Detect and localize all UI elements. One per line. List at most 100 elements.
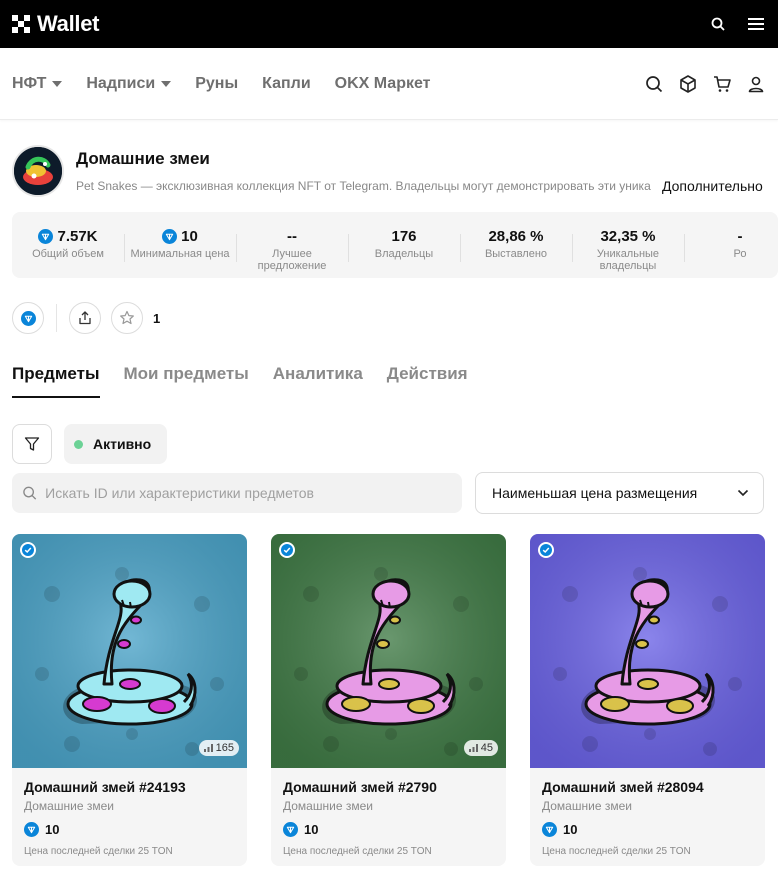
- stat-value: 176: [391, 227, 417, 245]
- nav-item-label: НФТ: [12, 74, 47, 92]
- search-icon[interactable]: [708, 14, 728, 34]
- nft-image[interactable]: [530, 534, 765, 768]
- collection-description: Pet Snakes — эксклюзивная коллекция NFT …: [76, 179, 651, 193]
- stat-value-row: 28,86 %: [460, 226, 572, 246]
- nft-price-value: 10: [45, 822, 60, 837]
- stat-value: --: [287, 227, 297, 245]
- tab-analytics[interactable]: Аналитика: [273, 364, 363, 398]
- caret-down-icon: [161, 80, 172, 87]
- views-badge: 45: [463, 740, 498, 756]
- stat-item: 10 Минимальная цена: [124, 226, 236, 262]
- nav-item-label: Руны: [195, 74, 239, 92]
- stat-value-row: 7.57K: [12, 226, 124, 246]
- nav-item-drops[interactable]: Капли: [262, 75, 311, 93]
- nft-card[interactable]: Домашний змей #28094 Домашние змеи 10 Цена …: [530, 534, 765, 866]
- stat-label: Владельцы: [374, 248, 434, 260]
- nft-image[interactable]: 165: [12, 534, 247, 768]
- search-icon: [23, 486, 37, 500]
- wallet-logo[interactable]: Wallet: [12, 11, 99, 37]
- ton-icon: [24, 822, 39, 837]
- nft-card-body: Домашний змей #28094 Домашние змеи 10 Цена …: [530, 768, 765, 866]
- nft-card-body: Домашний змей #24193 Домашние змеи 10 Цена …: [12, 768, 247, 866]
- nft-title: Домашний змей #24193: [24, 779, 186, 795]
- stat-value-row: --: [236, 226, 348, 246]
- sort-label: Наименьшая цена размещения: [492, 485, 698, 501]
- stat-value-row: 176: [348, 226, 460, 246]
- nft-last-sale: Цена последней сделки 25 TON: [542, 846, 691, 857]
- nft-price: 10: [24, 822, 235, 837]
- verified-icon: [538, 542, 554, 558]
- share-icon: [79, 311, 91, 325]
- more-link[interactable]: Дополнительно: [662, 178, 763, 194]
- stat-label: Лучшее предложение: [257, 248, 327, 272]
- menu-icon[interactable]: [746, 14, 766, 34]
- action-row: 1: [12, 302, 160, 334]
- nav-item-runes[interactable]: Руны: [195, 75, 238, 93]
- nav-item-label: OKX Маркет: [334, 74, 431, 92]
- nft-title: Домашний змей #28094: [542, 779, 704, 795]
- nft-card[interactable]: 165 Домашний змей #24193 Домашние змеи 10 Це…: [12, 534, 247, 866]
- stat-value: 7.57K: [57, 227, 98, 245]
- user-icon[interactable]: [746, 74, 766, 94]
- nav-item-label: Капли: [262, 74, 311, 92]
- share-button[interactable]: [69, 302, 101, 334]
- nft-card[interactable]: 45 Домашний змей #2790 Домашние змеи 10 Цена…: [271, 534, 506, 866]
- stat-label: Ро: [733, 248, 747, 260]
- status-filter-active[interactable]: Активно: [64, 424, 168, 464]
- stat-label: Минимальная цена: [130, 248, 230, 260]
- search-icon[interactable]: [644, 74, 664, 94]
- stat-label: Уникальные владельцы: [596, 248, 660, 272]
- views-count: 45: [480, 742, 493, 754]
- nav-item-nft[interactable]: НФТ: [12, 74, 63, 93]
- status-label: Активно: [93, 436, 152, 452]
- nft-price: 10: [283, 822, 494, 837]
- chevron-down-icon: [737, 489, 749, 497]
- stat-item: 32,35 % Уникальные владельцы: [572, 226, 684, 272]
- status-dot: [74, 439, 83, 449]
- tab-my-items[interactable]: Мои предметы: [124, 364, 249, 398]
- stat-item: 7.57K Общий объем: [12, 226, 124, 261]
- nft-last-sale: Цена последней сделки 25 TON: [24, 846, 173, 857]
- nft-price-value: 10: [304, 822, 319, 837]
- ton-icon: [542, 822, 557, 837]
- nav-item-inscriptions[interactable]: Надписи: [86, 74, 172, 93]
- nav-item-okx-market[interactable]: OKX Маркет: [335, 75, 431, 93]
- caret-down-icon: [52, 80, 63, 87]
- stat-item: 176 Владельцы: [348, 226, 460, 262]
- nft-collection-name: Домашние змеи: [24, 799, 114, 813]
- tab-items[interactable]: Предметы: [12, 364, 100, 398]
- nft-price-value: 10: [563, 822, 578, 837]
- nft-artwork: [12, 534, 247, 768]
- stat-value-row: 32,35 %: [572, 226, 684, 246]
- stat-value-row: -: [684, 226, 778, 246]
- tab-activity[interactable]: Действия: [387, 364, 468, 398]
- top-bar: Wallet: [0, 0, 778, 48]
- ton-icon: [38, 228, 54, 244]
- bars-icon: [468, 744, 478, 752]
- stat-value: 32,35 %: [600, 227, 656, 245]
- nav-item-label: Надписи: [86, 74, 156, 92]
- verified-icon: [279, 542, 295, 558]
- stat-label: Выставлено: [484, 248, 548, 260]
- stat-label: Общий объем: [32, 248, 104, 260]
- cart-icon[interactable]: [712, 74, 732, 94]
- filter-button[interactable]: [12, 424, 52, 464]
- nft-title: Домашний змей #2790: [283, 779, 437, 795]
- favorite-count: 1: [153, 310, 161, 326]
- ton-chain-button[interactable]: [12, 302, 44, 334]
- ton-icon: [283, 822, 298, 837]
- search-bar: [12, 473, 462, 513]
- nft-artwork: [530, 534, 765, 768]
- search-input[interactable]: [45, 485, 452, 501]
- nft-image[interactable]: 45: [271, 534, 506, 768]
- sort-select[interactable]: Наименьшая цена размещения: [475, 472, 764, 514]
- main-nav: НФТ Надписи Руны Капли OKX Маркет: [0, 48, 778, 120]
- items-grid: 165 Домашний змей #24193 Домашние змеи 10 Це…: [12, 534, 765, 866]
- collection-avatar: [12, 145, 64, 197]
- cube-icon[interactable]: [678, 74, 698, 94]
- nft-price: 10: [542, 822, 753, 837]
- stat-value: -: [737, 227, 743, 245]
- views-count: 165: [215, 742, 234, 754]
- favorite-button[interactable]: [111, 302, 143, 334]
- filter-icon: [24, 437, 40, 451]
